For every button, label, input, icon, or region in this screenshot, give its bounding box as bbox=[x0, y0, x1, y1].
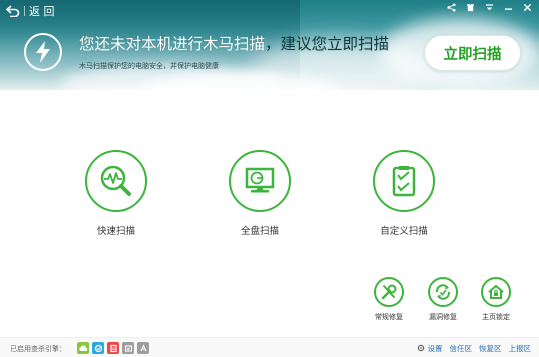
close-icon[interactable] bbox=[522, 2, 533, 13]
system-repair-engine-icon[interactable] bbox=[122, 342, 134, 354]
minimize-icon[interactable] bbox=[503, 2, 514, 13]
engine-label: 已启用查杀引擎： bbox=[10, 345, 66, 353]
settings-label: 设置 bbox=[427, 344, 443, 353]
vulnerability-icon bbox=[435, 284, 451, 300]
footer-links: 设置 信任区 恢复区 上报区 bbox=[417, 343, 531, 354]
back-label: 返 回 bbox=[29, 5, 55, 18]
home-lock-button[interactable]: 主页锁定 bbox=[471, 277, 521, 322]
quick-scan-button[interactable]: 快速扫描 bbox=[56, 150, 176, 237]
full-scan-label: 全盘扫描 bbox=[240, 226, 279, 237]
custom-scan-button[interactable]: 自定义扫描 bbox=[344, 150, 464, 237]
back-arrow-icon bbox=[6, 5, 20, 17]
full-scan-button[interactable]: 全盘扫描 bbox=[200, 150, 320, 237]
headline-part-b: ，建议您立即扫描 bbox=[265, 35, 390, 53]
regular-repair-button[interactable]: 常规修复 bbox=[364, 277, 414, 322]
gear-icon bbox=[417, 344, 427, 353]
home-lock-label: 主页锁定 bbox=[482, 313, 510, 321]
settings-link[interactable]: 设置 bbox=[417, 343, 443, 354]
status-footer: 已启用查杀引擎： 设置 信任区 恢复区 上报区 bbox=[0, 337, 539, 357]
bitdefender-engine-icon[interactable] bbox=[107, 342, 119, 354]
wrench-icon bbox=[381, 284, 397, 300]
custom-scan-label: 自定义扫描 bbox=[380, 226, 428, 237]
vulnerability-repair-label: 漏洞修复 bbox=[429, 313, 457, 321]
regular-repair-label: 常规修复 bbox=[375, 313, 403, 321]
qvm-engine-icon[interactable] bbox=[92, 342, 104, 354]
skin-icon[interactable] bbox=[465, 2, 476, 13]
quick-scan-label: 快速扫描 bbox=[96, 226, 135, 237]
custom-scan-icon bbox=[392, 166, 416, 197]
lightning-bolt-icon bbox=[24, 33, 62, 71]
avira-engine-icon[interactable] bbox=[137, 342, 149, 354]
window-controls bbox=[446, 2, 533, 13]
back-button[interactable]: 返 回 bbox=[6, 3, 55, 19]
scan-status-subline: 木马扫描保护您的电脑安全，并保护电脑健康 bbox=[79, 62, 219, 70]
scan-now-button[interactable]: 立即扫描 bbox=[424, 35, 521, 71]
full-scan-icon bbox=[245, 167, 275, 193]
menu-icon[interactable] bbox=[484, 2, 495, 13]
vulnerability-repair-button[interactable]: 漏洞修复 bbox=[418, 277, 468, 322]
headline-part-a: 您还未对本机进行木马扫描 bbox=[79, 35, 266, 53]
header-banner: 返 回 您还未对本机进行木马扫描，建议您立即扫描 木马扫描保护您的电脑安全，并保… bbox=[0, 0, 539, 90]
quick-scan-icon bbox=[100, 165, 131, 196]
cloud-engine-icon[interactable] bbox=[77, 342, 89, 354]
share-icon[interactable] bbox=[446, 2, 457, 13]
engine-list bbox=[77, 342, 149, 354]
trust-zone-link[interactable]: 信任区 bbox=[450, 343, 473, 354]
home-lock-icon bbox=[488, 284, 504, 299]
report-zone-link[interactable]: 上报区 bbox=[509, 343, 532, 354]
restore-zone-link[interactable]: 恢复区 bbox=[479, 343, 502, 354]
scan-status-headline: 您还未对本机进行木马扫描，建议您立即扫描 bbox=[79, 32, 389, 54]
